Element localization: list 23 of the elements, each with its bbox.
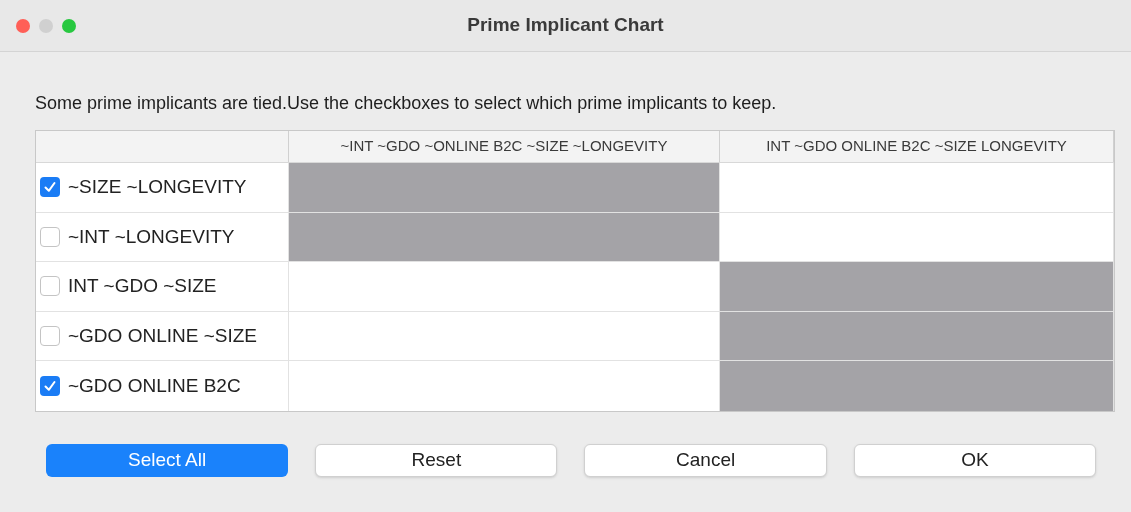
close-icon[interactable] bbox=[16, 18, 30, 33]
instruction-text: Some prime implicants are tied.Use the checkboxes to select which prime implicants to keep. bbox=[35, 92, 778, 115]
checkbox[interactable] bbox=[40, 325, 60, 346]
zoom-icon[interactable] bbox=[62, 18, 76, 33]
column-header: INT ~GDO ONLINE B2C ~SIZE LONGEVITY bbox=[766, 136, 1067, 157]
row-label: ~GDO ONLINE B2C bbox=[68, 373, 241, 398]
row-label: INT ~GDO ~SIZE bbox=[68, 274, 217, 298]
dialog-button[interactable]: Select All bbox=[46, 443, 289, 477]
minimize-icon[interactable] bbox=[39, 18, 53, 33]
checkmark-icon bbox=[43, 180, 57, 195]
column-header: ~INT ~GDO ~ONLINE B2C ~SIZE ~LONGEVITY bbox=[340, 136, 668, 157]
row-label: ~INT ~LONGEVITY bbox=[68, 224, 235, 249]
checkbox[interactable] bbox=[40, 276, 60, 297]
checkbox[interactable] bbox=[40, 226, 60, 247]
dialog-button[interactable]: Cancel bbox=[584, 443, 827, 477]
checkbox[interactable] bbox=[40, 177, 60, 198]
dialog-button[interactable]: OK bbox=[853, 443, 1096, 477]
checkbox[interactable] bbox=[40, 375, 60, 396]
checkmark-icon bbox=[43, 378, 57, 393]
row-label: ~GDO ONLINE ~SIZE bbox=[68, 323, 257, 348]
dialog-button[interactable]: Reset bbox=[315, 443, 558, 477]
row-label: ~SIZE ~LONGEVITY bbox=[68, 175, 247, 199]
window-title: Prime Implicant Chart bbox=[467, 13, 664, 38]
